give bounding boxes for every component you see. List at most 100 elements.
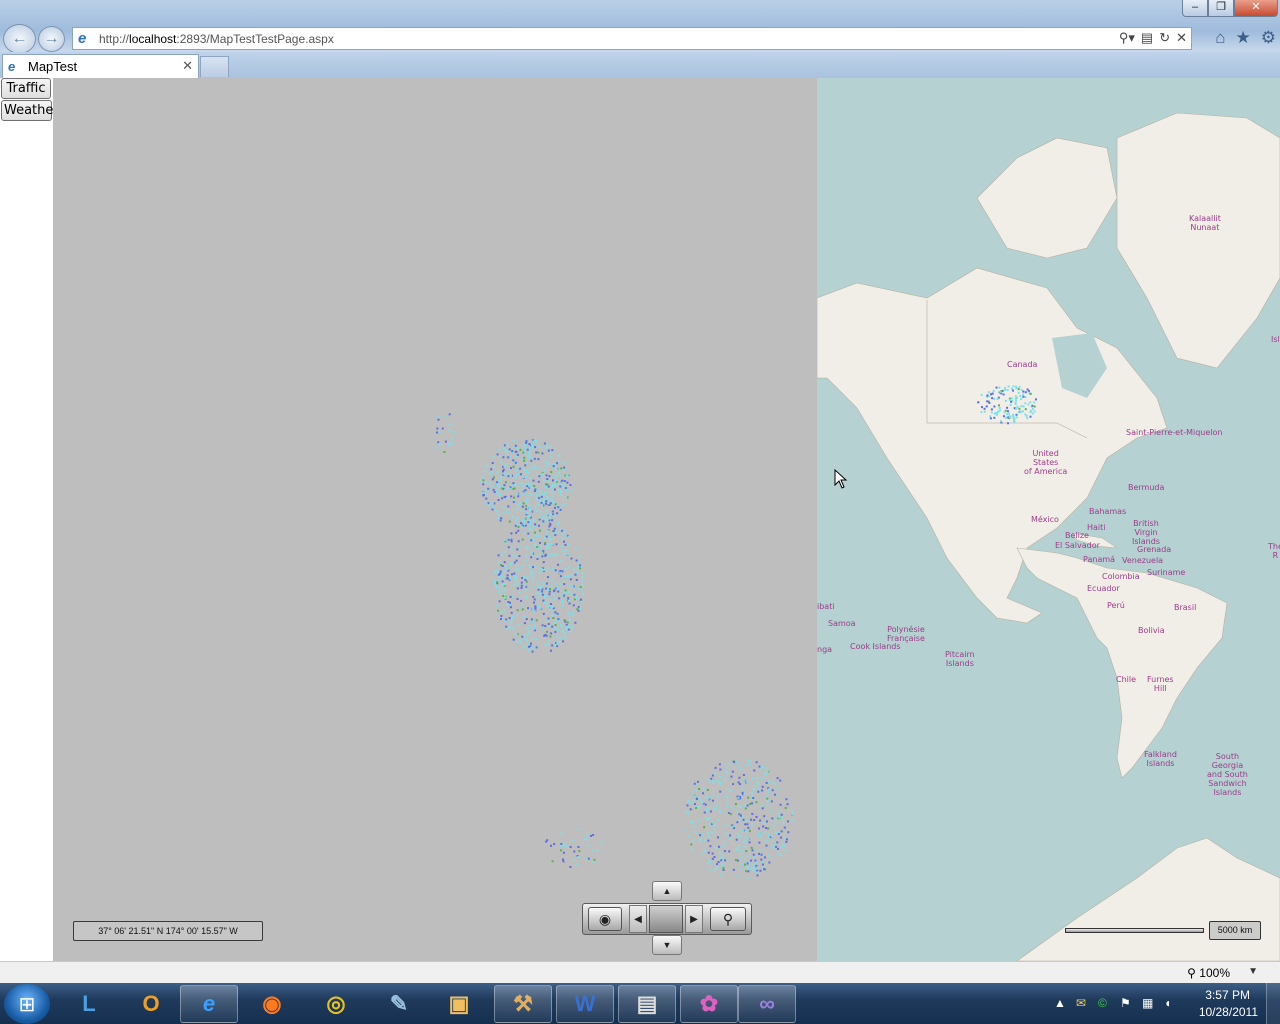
explorer-icon[interactable]: ▣ xyxy=(430,985,488,1023)
tools-icon[interactable]: ⚒ xyxy=(494,985,552,1023)
radar-speckle xyxy=(563,540,565,543)
address-bar[interactable]: e http://localhost:2893/MapTestTestPage.… xyxy=(72,27,1192,50)
map-control[interactable]: Kalaallit Nunaat Canada United States of Am… xyxy=(53,78,1280,961)
gear-icon[interactable]: ⚙ xyxy=(1261,28,1276,48)
pan-up-button[interactable]: ▲ xyxy=(652,881,682,901)
radar-speckle xyxy=(548,639,551,642)
radar-speckle xyxy=(709,810,712,813)
view-mode-button[interactable]: ◉ xyxy=(588,907,622,931)
radar-speckle xyxy=(755,761,758,764)
radar-speckle xyxy=(503,609,506,612)
traffic-button[interactable]: Traffic xyxy=(1,78,51,99)
radar-speckle xyxy=(1007,385,1010,388)
layer-buttons: Traffic Weather xyxy=(0,78,59,961)
visual-studio-icon[interactable]: ∞ xyxy=(738,985,796,1023)
minimize-button[interactable]: – xyxy=(1182,0,1208,17)
radar-speckle xyxy=(726,802,729,805)
document-icon[interactable]: ▤ xyxy=(618,985,676,1023)
zoom-button[interactable]: ⚲ xyxy=(710,907,746,931)
maximize-button[interactable]: ❐ xyxy=(1208,0,1234,17)
close-window-button[interactable]: ✕ xyxy=(1234,0,1278,17)
radar-speckle xyxy=(444,415,447,418)
weather-button[interactable]: Weather xyxy=(1,100,59,121)
radar-speckle xyxy=(553,527,556,530)
radar-speckle xyxy=(532,479,535,482)
outlook-icon[interactable]: O xyxy=(122,985,180,1023)
pan-center-button[interactable] xyxy=(649,905,683,933)
refresh-icon[interactable]: ↻ xyxy=(1159,30,1170,46)
radar-speckle xyxy=(489,473,492,475)
radar-speckle xyxy=(697,780,699,783)
zoom-level[interactable]: ⚲ 100% xyxy=(1187,966,1230,980)
home-icon[interactable]: ⌂ xyxy=(1215,28,1225,48)
radar-speckle xyxy=(515,474,518,477)
pan-left-button[interactable]: ◀ xyxy=(629,905,647,933)
label-haiti: Haiti xyxy=(1087,523,1106,532)
radar-speckle xyxy=(530,576,533,579)
radar-speckle xyxy=(497,494,500,497)
radar-speckle xyxy=(527,649,530,652)
radar-speckle xyxy=(557,618,560,621)
lync-icon[interactable]: L xyxy=(60,985,118,1023)
clock-time[interactable]: 3:57 PM xyxy=(1205,988,1250,1002)
radar-speckle xyxy=(569,846,572,848)
star-icon[interactable]: ★ xyxy=(1236,28,1251,48)
radar-speckle xyxy=(550,491,553,494)
radar-speckle xyxy=(572,858,575,861)
pan-right-button[interactable]: ▶ xyxy=(685,905,703,933)
stop-icon[interactable]: ✕ xyxy=(1176,30,1187,46)
radar-speckle xyxy=(586,833,589,835)
radar-speckle xyxy=(779,779,782,782)
radar-speckle xyxy=(748,829,751,832)
forward-button[interactable]: → xyxy=(38,26,65,52)
radar-speckle xyxy=(773,782,776,785)
radar-speckle xyxy=(701,833,704,835)
action-center-icon[interactable]: ⚑ xyxy=(1120,996,1131,1010)
zoom-dropdown-icon[interactable]: ▼ xyxy=(1248,966,1258,977)
radar-speckle xyxy=(532,578,535,581)
radar-speckle xyxy=(549,588,551,591)
radar-speckle xyxy=(577,856,579,859)
radar-speckle xyxy=(559,849,562,852)
pan-down-button[interactable]: ▼ xyxy=(652,935,682,955)
radar-speckle xyxy=(516,466,519,469)
radar-speckle xyxy=(563,636,566,639)
show-hidden-icons-icon[interactable]: ▲ xyxy=(1054,996,1066,1010)
radar-speckle xyxy=(756,874,759,877)
close-tab-icon[interactable]: ✕ xyxy=(182,58,193,74)
radar-speckle xyxy=(530,539,533,542)
radar-speckle xyxy=(561,570,564,573)
radar-speckle xyxy=(537,458,540,461)
notepad-icon[interactable]: ✎ xyxy=(370,985,428,1023)
mail-icon[interactable]: ✉ xyxy=(1076,996,1086,1010)
internet-explorer-icon[interactable]: e xyxy=(180,985,238,1023)
search-icon[interactable]: ⚲▾ xyxy=(1119,30,1135,46)
clock-date[interactable]: 10/28/2011 xyxy=(1199,1005,1258,1019)
radar-speckle xyxy=(555,531,558,534)
radar-speckle xyxy=(526,627,529,630)
paint-icon[interactable]: ✿ xyxy=(680,985,738,1023)
word-icon[interactable]: W xyxy=(556,985,614,1023)
radar-speckle xyxy=(567,535,570,538)
chrome-icon[interactable]: ◎ xyxy=(307,985,365,1023)
volume-icon[interactable]: ◖ xyxy=(1164,996,1171,1010)
start-button[interactable]: ⊞ xyxy=(4,984,50,1024)
new-tab-button[interactable] xyxy=(200,56,229,77)
radar-speckle xyxy=(768,861,771,864)
radar-speckle xyxy=(766,800,769,803)
compatibility-view-icon[interactable]: ▤ xyxy=(1141,30,1153,46)
radar-speckle xyxy=(542,582,545,585)
show-desktop-button[interactable] xyxy=(1266,983,1280,1024)
zoom-magnifier-icon: ⚲ xyxy=(1187,966,1196,980)
firefox-icon[interactable]: ◉ xyxy=(243,985,301,1023)
radar-speckle xyxy=(746,804,749,807)
radar-speckle xyxy=(711,821,714,824)
radar-speckle xyxy=(554,506,556,509)
chevron-right-icon: ▶ xyxy=(690,913,698,925)
radar-speckle xyxy=(527,484,530,487)
back-button[interactable]: ← xyxy=(3,24,36,54)
cc-icon[interactable]: © xyxy=(1098,996,1107,1010)
network-icon[interactable]: ▦ xyxy=(1142,996,1153,1010)
tab-maptest[interactable]: e MapTest ✕ xyxy=(2,54,199,78)
radar-speckle xyxy=(554,488,556,491)
